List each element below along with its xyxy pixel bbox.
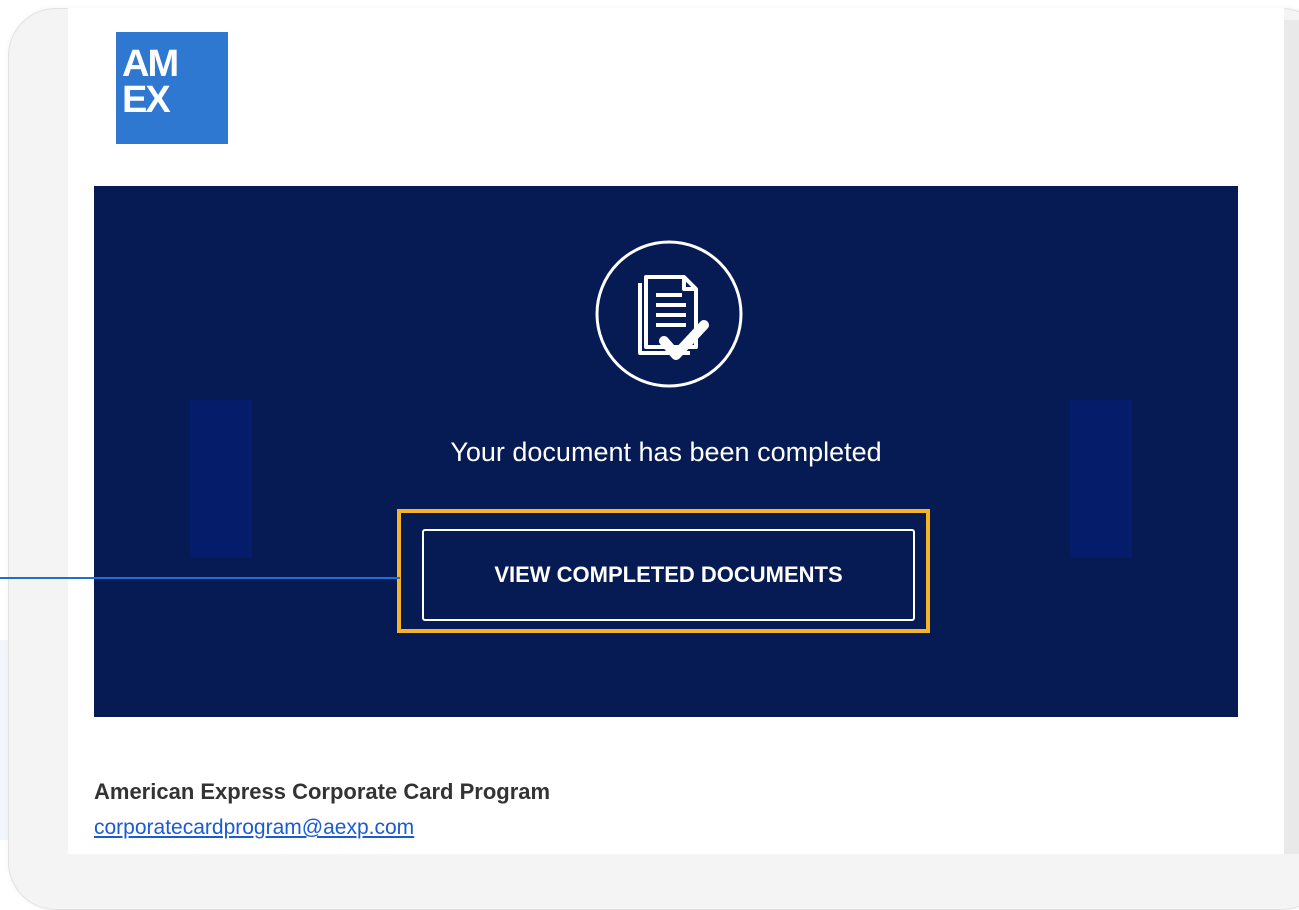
amex-logo: AM EX — [116, 32, 228, 144]
callout-connector-line — [0, 577, 400, 579]
hero-decoration-right — [1070, 400, 1132, 558]
amex-logo-text: AM EX — [122, 43, 179, 121]
program-email-link[interactable]: corporatecardprogram@aexp.com — [94, 815, 414, 841]
hero-title: Your document has been completed — [450, 437, 882, 467]
hero-banner: Your document has been completed VIEW CO… — [94, 186, 1238, 717]
document-check-icon — [595, 240, 743, 388]
view-completed-documents-button[interactable]: VIEW COMPLETED DOCUMENTS — [422, 529, 915, 621]
scrollbar-track[interactable] — [1284, 20, 1299, 854]
program-name: American Express Corporate Card Program — [94, 779, 551, 804]
hero-decoration-left — [190, 400, 252, 558]
